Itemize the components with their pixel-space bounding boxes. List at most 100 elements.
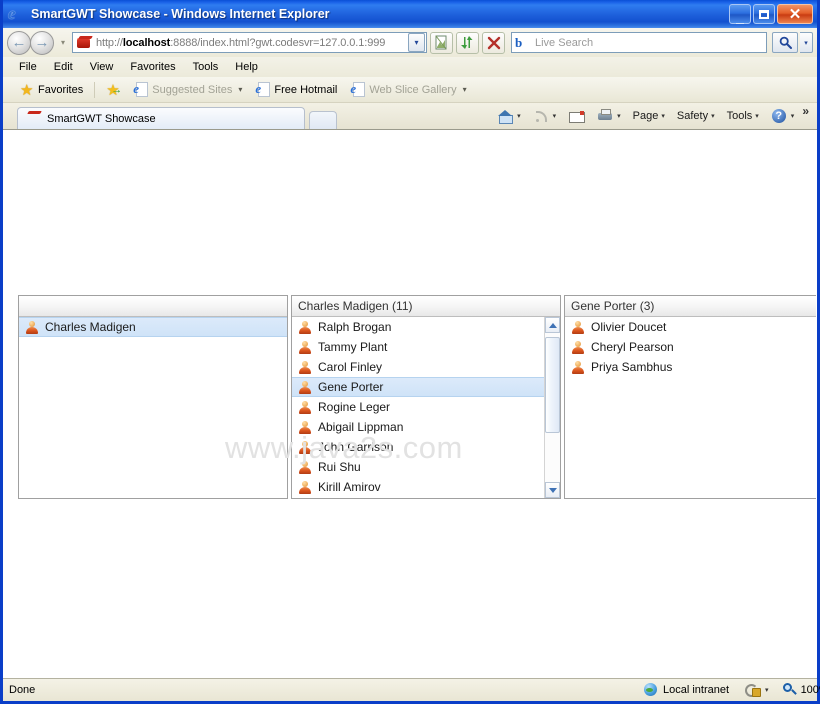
list-item[interactable]: Rogine Leger — [292, 397, 544, 417]
close-icon: ✕ — [788, 5, 802, 23]
menu-favorites[interactable]: Favorites — [122, 59, 184, 75]
vertical-scrollbar[interactable] — [544, 317, 560, 498]
close-button[interactable]: ✕ — [777, 4, 813, 24]
list-item[interactable]: Rui Shu — [292, 457, 544, 477]
menu-help[interactable]: Help — [227, 59, 267, 75]
scrollbar-thumb[interactable] — [545, 337, 560, 433]
menu-file[interactable]: File — [11, 59, 46, 75]
recent-pages-button[interactable]: ▾ — [57, 38, 69, 47]
chevron-down-icon: ▾ — [517, 113, 521, 120]
back-button[interactable]: ← — [7, 30, 31, 55]
help-menu-button[interactable]: ▾ — [765, 108, 801, 124]
status-bar: Done Local intranet ▾ 100% ▾ — [3, 678, 820, 701]
window-buttons: _ ✕ — [729, 4, 815, 24]
scrollbar-track[interactable] — [545, 333, 560, 482]
list-item[interactable]: Carol Finley — [292, 357, 544, 377]
list-item[interactable]: Cheryl Pearson — [565, 337, 816, 357]
minimize-button[interactable]: _ — [729, 4, 751, 24]
chevron-down-icon: ▾ — [711, 113, 715, 120]
tab-label: SmartGWT Showcase — [47, 112, 156, 125]
compatibility-view-icon — [435, 35, 447, 50]
feeds-button[interactable]: ▾ — [527, 108, 563, 124]
list-item[interactable]: Ralph Brogan — [292, 317, 544, 337]
statusbar-cell — [447, 679, 481, 701]
security-zone-indicator[interactable]: Local intranet — [635, 682, 737, 698]
new-tab-button[interactable] — [309, 111, 337, 129]
refresh-button[interactable] — [456, 31, 479, 54]
security-zone-label: Local intranet — [663, 684, 730, 696]
home-button[interactable]: ▾ — [491, 108, 527, 124]
address-dropdown-button[interactable]: ▾ — [408, 33, 425, 52]
list-item[interactable]: Abigail Lippman — [292, 417, 544, 437]
scroll-down-button[interactable] — [545, 482, 560, 498]
maximize-button[interactable] — [753, 4, 775, 24]
search-go-button[interactable] — [772, 32, 798, 53]
lock-icon — [745, 683, 762, 698]
list-item[interactable]: Charles Madigen — [19, 317, 287, 337]
user-icon — [298, 380, 312, 394]
web-slice-gallery-button[interactable]: e Web Slice Gallery ▾ — [344, 82, 473, 97]
web-slice-gallery-label: Web Slice Gallery — [369, 83, 457, 96]
print-button[interactable]: ▾ — [591, 108, 627, 124]
picklist-columns: Charles Madigen Charles Madigen (11) Ral… — [18, 295, 816, 499]
safety-menu-button[interactable]: Safety ▾ — [671, 110, 721, 122]
menu-view[interactable]: View — [82, 59, 123, 75]
help-icon — [771, 108, 788, 124]
page-menu-button[interactable]: Page ▾ — [627, 110, 671, 122]
zoom-control[interactable]: 100% ▾ — [777, 683, 820, 697]
list-item-label: Rui Shu — [318, 460, 361, 474]
list-item-label: Priya Sambhus — [591, 360, 673, 374]
page-viewport: www.java2s.com Charles Madigen Charles M… — [3, 129, 817, 678]
ie-page-icon: e — [350, 82, 366, 97]
search-input[interactable]: Live Search — [535, 37, 593, 49]
statusbar-cell — [413, 679, 447, 701]
search-box[interactable]: b Live Search — [511, 32, 767, 53]
column-rows: Charles Madigen — [19, 317, 287, 498]
list-item-label: Tammy Plant — [318, 340, 388, 354]
statusbar-cell — [379, 679, 413, 701]
user-icon — [571, 320, 585, 334]
read-mail-button[interactable] — [562, 108, 591, 124]
add-to-favorites-bar-button[interactable] — [99, 81, 127, 99]
user-icon — [298, 460, 312, 474]
scroll-up-button[interactable] — [545, 317, 560, 333]
page-menu-label: Page — [632, 110, 659, 122]
user-icon — [298, 480, 312, 494]
list-item[interactable]: Gene Porter — [292, 377, 544, 397]
tab-bar: SmartGWT Showcase ▾ ▾ ▾ Page ▾ Safety ▾ … — [3, 103, 817, 129]
favorites-button[interactable]: Favorites — [13, 81, 90, 99]
user-icon — [298, 360, 312, 374]
tools-menu-button[interactable]: Tools ▾ — [721, 110, 765, 122]
tab-smartgwt-showcase[interactable]: SmartGWT Showcase — [17, 107, 305, 129]
list-item[interactable]: Olivier Doucet — [565, 317, 816, 337]
picklist-column-charles-madigen: Charles Madigen (11) Ralph Brogan Tammy … — [291, 295, 561, 499]
suggested-sites-button[interactable]: e Suggested Sites ▾ — [127, 82, 249, 97]
favorites-label: Favorites — [38, 83, 84, 96]
stop-button[interactable] — [482, 31, 505, 54]
chevron-down-icon: ▾ — [617, 113, 621, 120]
protected-mode-indicator[interactable]: ▾ — [737, 683, 777, 698]
magnifier-icon — [782, 683, 797, 697]
list-item[interactable]: Priya Sambhus — [565, 357, 816, 377]
back-arrow-icon: ← — [11, 34, 27, 51]
list-item[interactable]: Kirill Amirov — [292, 477, 544, 497]
forward-button[interactable]: → — [30, 30, 54, 55]
search-options-button[interactable]: ▾ — [800, 32, 813, 53]
list-item[interactable]: John Garrison — [292, 437, 544, 457]
free-hotmail-button[interactable]: e Free Hotmail — [249, 82, 344, 97]
address-bar[interactable]: http://localhost:8888/index.html?gwt.cod… — [72, 32, 427, 53]
column-rows: Ralph Brogan Tammy Plant Carol Finley Ge… — [292, 317, 544, 498]
menu-edit[interactable]: Edit — [46, 59, 82, 75]
list-item-label: Kirill Amirov — [318, 480, 381, 494]
compatibility-view-button[interactable] — [430, 31, 453, 54]
chevron-down-icon: ▾ — [462, 85, 467, 94]
home-icon — [497, 108, 514, 124]
menu-bar: File Edit View Favorites Tools Help — [3, 57, 817, 77]
toolbar-overflow-button[interactable]: » — [800, 104, 813, 124]
list-item[interactable]: Tammy Plant — [292, 337, 544, 357]
menu-tools[interactable]: Tools — [185, 59, 228, 75]
column-rows: Olivier Doucet Cheryl Pearson Priya Samb… — [565, 317, 816, 498]
chevron-down-icon: ▾ — [765, 687, 769, 694]
url-rest: :8888/index.html?gwt.codesvr=127.0.0.1:9… — [170, 36, 386, 49]
zoom-level-label: 100% — [800, 684, 820, 696]
